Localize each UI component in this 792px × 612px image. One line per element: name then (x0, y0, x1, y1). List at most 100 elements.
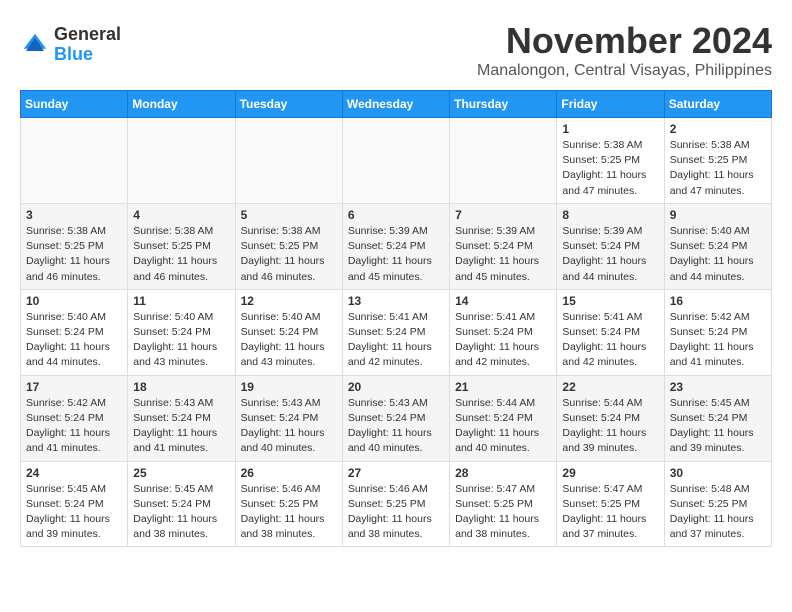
day-info: Sunrise: 5:42 AM Sunset: 5:24 PM Dayligh… (670, 310, 766, 371)
calendar-cell: 30Sunrise: 5:48 AM Sunset: 5:25 PM Dayli… (664, 461, 771, 547)
calendar-cell: 10Sunrise: 5:40 AM Sunset: 5:24 PM Dayli… (21, 289, 128, 375)
day-number: 12 (241, 294, 337, 308)
day-number: 8 (562, 208, 658, 222)
day-number: 1 (562, 122, 658, 136)
calendar-cell: 16 Sunrise: 5:42 AM Sunset: 5:24 PM Dayli… (664, 289, 771, 375)
day-info: Sunrise: 5:41 AM Sunset: 5:24 PM Dayligh… (348, 310, 444, 371)
calendar-cell: 25 Sunrise: 5:45 AM Sunset: 5:24 PM Dayli… (128, 461, 235, 547)
day-number: 11 (133, 294, 229, 308)
logo-text: General Blue (54, 25, 121, 65)
day-number: 18 (133, 380, 229, 394)
logo-general-text: General (54, 25, 121, 45)
day-info: Sunrise: 5:41 AM Sunset: 5:24 PM Dayligh… (455, 310, 551, 371)
calendar-cell: 2Sunrise: 5:38 AM Sunset: 5:25 PM Daylig… (664, 118, 771, 204)
calendar-table: SundayMondayTuesdayWednesdayThursdayFrid… (20, 90, 772, 547)
logo-icon (20, 30, 50, 60)
weekday-header-sunday: Sunday (21, 91, 128, 118)
day-info: Sunrise: 5:41 AM Sunset: 5:24 PM Dayligh… (562, 310, 658, 371)
day-info: Sunrise: 5:39 AM Sunset: 5:24 PM Dayligh… (562, 224, 658, 285)
day-number: 5 (241, 208, 337, 222)
calendar-cell: 24Sunrise: 5:45 AM Sunset: 5:24 PM Dayli… (21, 461, 128, 547)
calendar-cell: 27Sunrise: 5:46 AM Sunset: 5:25 PM Dayli… (342, 461, 449, 547)
day-info: Sunrise: 5:40 AM Sunset: 5:24 PM Dayligh… (133, 310, 229, 371)
calendar-cell: 19 Sunrise: 5:43 AM Sunset: 5:24 PM Dayli… (235, 375, 342, 461)
calendar-cell: 13 Sunrise: 5:41 AM Sunset: 5:24 PM Dayli… (342, 289, 449, 375)
logo: General Blue (20, 25, 121, 65)
header: General Blue November 2024 Manalongon, C… (20, 20, 772, 80)
week-row-4: 17 Sunrise: 5:42 AM Sunset: 5:24 PM Dayli… (21, 375, 772, 461)
calendar-cell (235, 118, 342, 204)
calendar-cell: 23Sunrise: 5:45 AM Sunset: 5:24 PM Dayli… (664, 375, 771, 461)
calendar-cell (21, 118, 128, 204)
week-row-3: 10 Sunrise: 5:40 AM Sunset: 5:24 PM Dayli… (21, 289, 772, 375)
day-number: 4 (133, 208, 229, 222)
day-number: 15 (562, 294, 658, 308)
day-info: Sunrise: 5:43 AM Sunset: 5:24 PM Dayligh… (133, 396, 229, 457)
day-number: 24 (26, 466, 122, 480)
month-title: November 2024 (477, 20, 772, 62)
day-number: 6 (348, 208, 444, 222)
day-number: 26 (241, 466, 337, 480)
day-info: Sunrise: 5:47 AM Sunset: 5:25 PM Dayligh… (455, 482, 551, 543)
day-number: 20 (348, 380, 444, 394)
weekday-header-thursday: Thursday (450, 91, 557, 118)
calendar-cell: 28 Sunrise: 5:47 AM Sunset: 5:25 PM Dayli… (450, 461, 557, 547)
calendar-cell (128, 118, 235, 204)
day-number: 23 (670, 380, 766, 394)
day-info: Sunrise: 5:38 AM Sunset: 5:25 PM Dayligh… (241, 224, 337, 285)
day-number: 13 (348, 294, 444, 308)
day-info: Sunrise: 5:43 AM Sunset: 5:24 PM Dayligh… (241, 396, 337, 457)
weekday-header-wednesday: Wednesday (342, 91, 449, 118)
day-info: Sunrise: 5:40 AM Sunset: 5:24 PM Dayligh… (670, 224, 766, 285)
calendar-cell: 20Sunrise: 5:43 AM Sunset: 5:24 PM Dayli… (342, 375, 449, 461)
day-number: 28 (455, 466, 551, 480)
calendar-cell: 3 Sunrise: 5:38 AM Sunset: 5:25 PM Daylig… (21, 203, 128, 289)
day-number: 16 (670, 294, 766, 308)
calendar-cell: 26 Sunrise: 5:46 AM Sunset: 5:25 PM Dayli… (235, 461, 342, 547)
day-number: 27 (348, 466, 444, 480)
logo-blue-text: Blue (54, 45, 121, 65)
weekday-header-monday: Monday (128, 91, 235, 118)
calendar-cell: 18 Sunrise: 5:43 AM Sunset: 5:24 PM Dayli… (128, 375, 235, 461)
day-number: 14 (455, 294, 551, 308)
day-number: 19 (241, 380, 337, 394)
week-row-1: 1Sunrise: 5:38 AM Sunset: 5:25 PM Daylig… (21, 118, 772, 204)
day-info: Sunrise: 5:38 AM Sunset: 5:25 PM Dayligh… (133, 224, 229, 285)
day-info: Sunrise: 5:48 AM Sunset: 5:25 PM Dayligh… (670, 482, 766, 543)
calendar-cell (342, 118, 449, 204)
calendar-cell: 6 Sunrise: 5:39 AM Sunset: 5:24 PM Daylig… (342, 203, 449, 289)
day-number: 3 (26, 208, 122, 222)
calendar-cell (450, 118, 557, 204)
day-info: Sunrise: 5:39 AM Sunset: 5:24 PM Dayligh… (455, 224, 551, 285)
day-number: 25 (133, 466, 229, 480)
calendar-cell: 14 Sunrise: 5:41 AM Sunset: 5:24 PM Dayli… (450, 289, 557, 375)
location-subtitle: Manalongon, Central Visayas, Philippines (477, 62, 772, 80)
week-row-5: 24 Sunrise: 5:45 AM Sunset: 5:24 PM Dayli… (21, 461, 772, 547)
calendar-cell: 9 Sunrise: 5:40 AM Sunset: 5:24 PM Daylig… (664, 203, 771, 289)
title-area: November 2024 Manalongon, Central Visaya… (477, 20, 772, 80)
calendar-cell: 22Sunrise: 5:44 AM Sunset: 5:24 PM Dayli… (557, 375, 664, 461)
day-info: Sunrise: 5:44 AM Sunset: 5:24 PM Dayligh… (562, 396, 658, 457)
day-info: Sunrise: 5:39 AM Sunset: 5:24 PM Dayligh… (348, 224, 444, 285)
day-info: Sunrise: 5:42 AM Sunset: 5:24 PM Dayligh… (26, 396, 122, 457)
day-number: 17 (26, 380, 122, 394)
weekday-header-tuesday: Tuesday (235, 91, 342, 118)
day-info: Sunrise: 5:47 AM Sunset: 5:25 PM Dayligh… (562, 482, 658, 543)
calendar-cell: 8 Sunrise: 5:39 AM Sunset: 5:24 PM Daylig… (557, 203, 664, 289)
weekday-header-saturday: Saturday (664, 91, 771, 118)
day-number: 9 (670, 208, 766, 222)
day-info: Sunrise: 5:46 AM Sunset: 5:25 PM Dayligh… (241, 482, 337, 543)
calendar-cell: 21Sunrise: 5:44 AM Sunset: 5:24 PM Dayli… (450, 375, 557, 461)
day-number: 10 (26, 294, 122, 308)
calendar-cell: 7 Sunrise: 5:39 AM Sunset: 5:24 PM Daylig… (450, 203, 557, 289)
day-number: 7 (455, 208, 551, 222)
day-info: Sunrise: 5:45 AM Sunset: 5:24 PM Dayligh… (133, 482, 229, 543)
calendar-cell: 12Sunrise: 5:40 AM Sunset: 5:24 PM Dayli… (235, 289, 342, 375)
day-info: Sunrise: 5:44 AM Sunset: 5:24 PM Dayligh… (455, 396, 551, 457)
day-info: Sunrise: 5:38 AM Sunset: 5:25 PM Dayligh… (26, 224, 122, 285)
weekday-header-row: SundayMondayTuesdayWednesdayThursdayFrid… (21, 91, 772, 118)
calendar-cell: 1Sunrise: 5:38 AM Sunset: 5:25 PM Daylig… (557, 118, 664, 204)
calendar-cell: 29Sunrise: 5:47 AM Sunset: 5:25 PM Dayli… (557, 461, 664, 547)
day-number: 2 (670, 122, 766, 136)
week-row-2: 3 Sunrise: 5:38 AM Sunset: 5:25 PM Daylig… (21, 203, 772, 289)
